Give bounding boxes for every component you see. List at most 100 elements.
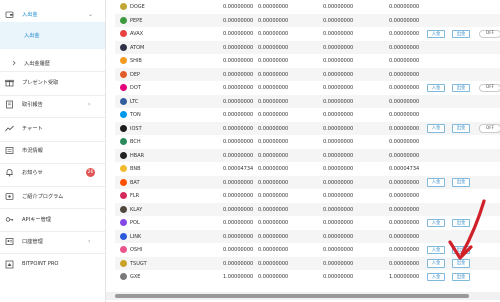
withdraw-button[interactable]: 出金 xyxy=(452,272,470,281)
balance-cell: 0.00000000 xyxy=(323,85,354,91)
sidebar-item-label: 入出金履歴 xyxy=(24,60,50,67)
table-row: LTC 0.00000000 0.00000000 0.00000000 0.00000… xyxy=(115,94,500,108)
balance-cell: 0.00000000 xyxy=(323,58,354,64)
sidebar-item-label: お知らせ xyxy=(22,169,43,176)
balance-cell: 0.00000000 xyxy=(258,233,289,240)
table-row: HBAR 0.00000000 0.00000000 0.00000000 0.0000… xyxy=(115,148,500,162)
balance-cell: 0.00000000 xyxy=(223,193,254,199)
off-toggle[interactable]: OFF xyxy=(479,29,500,38)
sidebar-item-label: チャート xyxy=(22,125,43,132)
balance-cell: 0.00000000 xyxy=(258,152,289,159)
balance-cell: 0.00000000 xyxy=(258,31,289,37)
table-row: BNB 0.00004734 0.00000000 0.00000000 0.00004… xyxy=(115,162,500,176)
table-row: AVAX 0.00000000 0.00000000 0.00000000 0.0000… xyxy=(115,27,500,41)
balance-cell: 0.00000000 xyxy=(323,125,354,132)
balance-cell: 0.00000000 xyxy=(258,206,289,213)
balance-cell: 0.00000000 xyxy=(223,179,254,186)
balance-cell: 0.00000000 xyxy=(389,139,420,145)
klay-coin-icon xyxy=(120,205,127,213)
avax-coin-icon xyxy=(120,30,127,37)
sidebar-item-label: ご紹介プログラム xyxy=(22,193,64,200)
off-toggle[interactable]: OFF xyxy=(479,124,500,133)
oshi-coin-icon xyxy=(120,246,127,253)
withdraw-button[interactable]: 出金 xyxy=(452,29,470,38)
newspaper-icon xyxy=(5,146,14,155)
balance-cell: 0.00000000 xyxy=(389,17,420,24)
coin-name: BAT xyxy=(130,179,140,186)
balance-cell: 0.00000000 xyxy=(389,206,420,213)
balance-cell: 0.00000000 xyxy=(389,179,420,186)
withdraw-button[interactable]: 出金 xyxy=(452,83,470,92)
table-row: PEPE 0.00000000 0.00000000 0.00000000 0.0000… xyxy=(115,13,500,27)
bat-coin-icon xyxy=(120,178,127,186)
referral-icon xyxy=(5,192,14,201)
notification-badge: 26 xyxy=(86,167,95,177)
table-row: SHIB 0.00000000 0.00000000 0.00000000 0.0000… xyxy=(115,54,500,68)
balance-cell: 0.00000000 xyxy=(223,44,254,51)
link-coin-icon xyxy=(120,232,127,240)
balance-cell: 0.00000000 xyxy=(389,44,420,51)
annotation-arrow-icon xyxy=(448,199,486,260)
table-row: GXE 1.00000000 0.00000000 0.00000000 1.00000… xyxy=(115,270,500,284)
balance-cell: 0.00000000 xyxy=(323,98,354,105)
balance-cell: 0.00000000 xyxy=(258,247,289,253)
sidebar-item-label: 市況情報 xyxy=(22,147,43,154)
balance-cell: 0.00000000 xyxy=(258,125,289,132)
balance-cell: 0.00000000 xyxy=(223,31,254,37)
dep-coin-icon xyxy=(120,70,127,78)
sidebar-item-bitpoint-pro[interactable]: BITPOINT PRO xyxy=(0,250,105,278)
deposit-button[interactable]: 入金 xyxy=(427,272,445,281)
balance-cell: 0.00000000 xyxy=(389,31,420,37)
chevron-right-icon: › xyxy=(88,100,91,108)
bch-coin-icon xyxy=(120,138,127,145)
withdraw-button[interactable]: 出金 xyxy=(452,178,470,187)
balance-cell: 0.00000000 xyxy=(258,85,289,91)
balance-cell: 0.00000000 xyxy=(323,220,354,226)
balance-cell: 0.00000000 xyxy=(258,4,289,10)
table-row: ATOM 0.00000000 0.00000000 0.00000000 0.0000… xyxy=(115,40,500,54)
deposit-button[interactable]: 入金 xyxy=(427,124,445,133)
deposit-button[interactable]: 入金 xyxy=(427,178,445,187)
balance-cell: 0.00000000 xyxy=(323,139,354,145)
balance-cell: 0.00000000 xyxy=(258,139,289,145)
sidebar-subitem-deposit-withdraw[interactable]: 入出金 xyxy=(0,22,105,49)
off-toggle[interactable]: OFF xyxy=(479,83,500,92)
balance-cell: 0.00000000 xyxy=(389,152,420,159)
tsugt-coin-icon xyxy=(120,259,127,267)
coin-name: GXE xyxy=(130,274,141,280)
withdraw-button[interactable]: 出金 xyxy=(452,124,470,133)
deposit-button[interactable]: 入金 xyxy=(427,83,445,92)
balance-cell: 0.00000000 xyxy=(223,152,254,159)
table-row: BAT 0.00000000 0.00000000 0.00000000 0.00000… xyxy=(115,175,500,189)
sidebar-item-label: 入出金 xyxy=(22,11,38,18)
balance-cell: 1.00000000 xyxy=(223,274,254,280)
balance-cell: 0.00000000 xyxy=(389,193,420,199)
deposit-button[interactable]: 入金 xyxy=(427,29,445,38)
hbar-coin-icon xyxy=(120,151,127,159)
horizontal-scrollbar-thumb[interactable] xyxy=(115,294,469,298)
sidebar-item-label: 口座管理 xyxy=(22,238,43,245)
balance-cell: 0.00000000 xyxy=(223,85,254,91)
balance-cell: 0.00000000 xyxy=(323,206,354,213)
balance-cell: 0.00000000 xyxy=(323,112,354,118)
balance-cell: 0.00000000 xyxy=(223,17,254,24)
flr-coin-icon xyxy=(120,192,127,199)
table-row: BCH 0.00000000 0.00000000 0.00000000 0.00000… xyxy=(115,135,500,149)
balance-cell: 0.00000000 xyxy=(389,220,420,226)
sidebar-item-label: 入出金 xyxy=(24,33,40,39)
balance-cell: 0.00000000 xyxy=(258,58,289,64)
balance-cell: 0.00000000 xyxy=(323,166,354,172)
coin-name: KLAY xyxy=(130,206,143,213)
chevron-right-icon xyxy=(9,59,18,68)
coin-name: BNB xyxy=(130,166,141,172)
coin-name: DOT xyxy=(130,85,141,91)
shib-coin-icon xyxy=(120,57,127,64)
balance-cell: 0.00000000 xyxy=(223,247,254,253)
table-row: DOGE 0.00000000 0.00000000 0.00000000 0.0000… xyxy=(115,0,500,14)
balance-cell: 0.00000000 xyxy=(323,71,354,78)
balance-cell: 0.00000000 xyxy=(389,260,420,267)
coin-name: PEPE xyxy=(130,17,143,24)
iost-coin-icon xyxy=(120,124,127,132)
coin-name: DOGE xyxy=(130,4,145,10)
balance-cell: 0.00000000 xyxy=(389,112,420,118)
